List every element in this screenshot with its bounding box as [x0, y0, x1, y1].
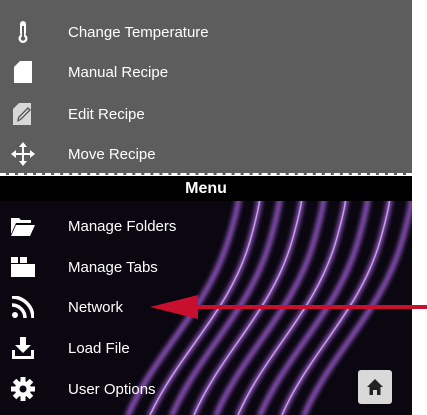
edit-document-icon	[11, 101, 35, 127]
menu-item-edit-recipe[interactable]: Edit Recipe	[0, 93, 412, 135]
home-icon	[367, 379, 383, 395]
menu-item-label: Edit Recipe	[68, 105, 145, 123]
menu-item-label: Load File	[68, 339, 130, 357]
top-menu-panel: Change Temperature Manual Recipe Edit Re…	[0, 0, 412, 175]
menu-item-change-temperature[interactable]: Change Temperature	[0, 11, 412, 53]
menu-item-user-options[interactable]: User Options	[0, 368, 412, 410]
device-screen: Change Temperature Manual Recipe Edit Re…	[0, 0, 412, 415]
menu-item-load-file[interactable]: Load File	[0, 327, 412, 369]
menu-item-label: User Options	[68, 380, 156, 398]
menu-item-label: Manage Tabs	[68, 258, 158, 276]
menu-item-manage-folders[interactable]: Manage Folders	[0, 205, 412, 247]
menu-item-label: Network	[68, 298, 124, 316]
menu-item-label: Manage Folders	[68, 217, 177, 235]
home-button[interactable]	[358, 370, 392, 404]
folder-open-icon	[11, 213, 35, 239]
document-icon	[11, 59, 35, 85]
annotation-arrow	[150, 295, 427, 319]
menu-item-label: Change Temperature	[68, 23, 209, 41]
menu-header: Menu	[0, 176, 412, 201]
menu-item-label: Manual Recipe	[68, 63, 169, 81]
menu-item-label: Move Recipe	[68, 145, 156, 163]
gear-icon	[11, 376, 35, 402]
wifi-signal-icon	[11, 294, 35, 320]
menu-item-move-recipe[interactable]: Move Recipe	[0, 133, 412, 175]
move-arrows-icon	[11, 141, 35, 167]
download-icon	[11, 335, 35, 361]
menu-item-manual-recipe[interactable]: Manual Recipe	[0, 51, 412, 93]
thermometer-icon	[11, 19, 35, 45]
tabs-icon	[11, 254, 35, 280]
menu-item-manage-tabs[interactable]: Manage Tabs	[0, 246, 412, 288]
